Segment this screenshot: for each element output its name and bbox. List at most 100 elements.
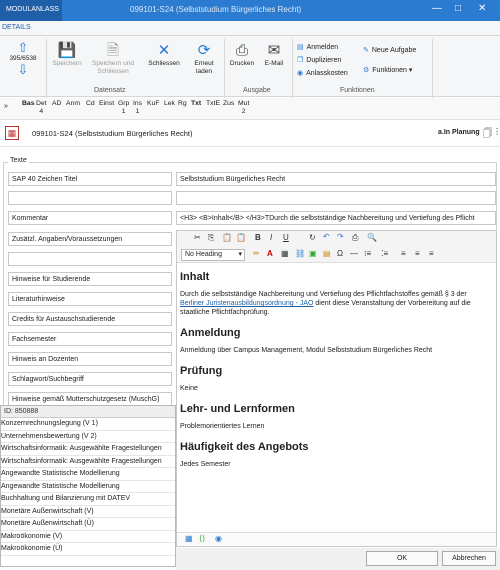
find-icon[interactable]: 🔍 — [367, 233, 377, 242]
duplicate-button[interactable]: ❐ Duplizieren — [297, 56, 341, 65]
field-tab[interactable]: Mut 2 — [238, 100, 249, 116]
new-task-button[interactable]: ✎ Neue Aufgabe — [363, 46, 416, 55]
arrow-up-icon[interactable]: ⇧ — [4, 41, 42, 54]
list-item[interactable]: Makroökonomie (Ü) — [1, 543, 175, 556]
module-tab[interactable]: MODULANLASS — [0, 0, 62, 21]
paragraph-inhalt: Durch die selbstständige Nachbereitung u… — [180, 291, 471, 316]
field-tab[interactable]: AD — [52, 100, 61, 108]
list-item[interactable]: Angewandte Statistische Modellierung — [1, 481, 175, 493]
record-navigator: ⇧ 395/6538 ⇩ — [4, 41, 42, 76]
list-item[interactable]: Wirtschaftsinformatik: Ausgewählte Frage… — [1, 456, 175, 468]
heading-lehrformen: Lehr- und Lernformen — [180, 403, 295, 415]
functions-menu[interactable]: ⚙ Funktionen ▾ — [363, 66, 412, 75]
list-item[interactable]: Monetäre Außenwirtschaft (V) — [1, 506, 175, 518]
list-item[interactable]: Buchhaltung und Bilanzierung mit DATEV — [1, 493, 175, 506]
cut-icon[interactable]: ✂ — [194, 233, 201, 242]
hr-icon[interactable]: — — [350, 249, 358, 258]
list-item[interactable]: Wirtschaftsinformatik: Ausgewählte Frage… — [1, 443, 175, 456]
heading-select[interactable]: No Heading ▾ — [181, 249, 245, 261]
html-view-icon[interactable]: ⟨⟩ — [199, 534, 205, 543]
group-label-ausgabe: Ausgabe — [243, 87, 271, 94]
paste-icon[interactable]: 📋 — [222, 233, 232, 242]
record-title: 099101-S24 (Selbststudium Bürgerliches R… — [32, 129, 193, 138]
list-item[interactable]: Angewandte Statistische Modellierung — [1, 468, 175, 481]
more-icon[interactable]: ⋮ — [493, 127, 500, 136]
align-left-icon[interactable]: ≡ — [401, 249, 406, 258]
list-item[interactable]: Konzernrechnungslegung (V 1) — [1, 418, 175, 431]
expand-icon[interactable]: » — [4, 103, 8, 111]
tab-details[interactable]: DETAILS — [2, 24, 31, 31]
field-tab[interactable]: TxtE — [206, 100, 220, 108]
save-button[interactable]: 💾 Speichern — [48, 42, 86, 68]
copy-icon[interactable]: ⎘ — [208, 233, 214, 243]
list-item[interactable]: Unternehmensbewertung (V 2) — [1, 431, 175, 443]
ok-button[interactable]: OK — [366, 551, 438, 566]
image-icon[interactable]: ▣ — [309, 249, 317, 258]
empty-label-2 — [8, 252, 172, 266]
close-window-button[interactable]: ✕ — [478, 3, 486, 14]
empty-input[interactable] — [176, 191, 496, 205]
redo-icon[interactable]: ↻ — [309, 233, 316, 242]
field-tab[interactable]: Bas — [22, 100, 34, 108]
printer-icon: ⎙ — [235, 42, 248, 59]
comment-input[interactable]: <H3> <B>Inhalt</B> </H3>TDurch die selbs… — [176, 211, 496, 225]
refresh-icon: ⟳ — [197, 42, 211, 59]
costs-button[interactable]: ◉ Anlasskosten — [297, 69, 348, 78]
link-icon[interactable]: ⛓ — [295, 249, 305, 258]
field-tab[interactable]: Zus — [223, 100, 234, 108]
email-button[interactable]: ✉ E-Mail — [260, 42, 288, 68]
register-button[interactable]: ▤ Anmelden — [297, 43, 338, 52]
field-tab[interactable]: Txt — [191, 100, 201, 108]
table-icon[interactable]: ▦ — [281, 249, 289, 258]
bullet-list-icon[interactable]: ⁚≡ — [381, 249, 388, 258]
field-tab[interactable]: Anm — [66, 100, 80, 108]
course-dropdown-list[interactable]: ID: 850888 Konzernrechnungslegung (V 1) … — [0, 405, 176, 567]
list-item[interactable]: Monetäre Außenwirtschaft (Ü) — [1, 518, 175, 531]
heading-pruefung: Prüfung — [180, 365, 223, 377]
align-center-icon[interactable]: ≡ — [415, 249, 420, 258]
id-display: ID: 850888 — [1, 406, 175, 418]
jao-link[interactable]: Berliner Juristenausbildungsordnung - JA… — [180, 300, 313, 307]
heading-anmeldung: Anmeldung — [180, 327, 241, 339]
numbered-list-icon[interactable]: ⁝≡ — [364, 249, 371, 258]
document-icon[interactable]: 🗍 — [483, 126, 492, 142]
underline-icon[interactable]: U — [283, 233, 289, 242]
reload-button[interactable]: ⟳ Erneut laden — [186, 42, 222, 76]
calendar-icon: ▦ — [5, 126, 19, 140]
record-header: ▦ 099101-S24 (Selbststudium Bürgerliches… — [0, 121, 500, 147]
field-tab[interactable]: Ins 1 — [133, 100, 142, 116]
arrow-down-icon[interactable]: ⇩ — [4, 63, 42, 76]
align-right-icon[interactable]: ≡ — [429, 249, 434, 258]
preview-icon[interactable]: ◉ — [215, 534, 222, 543]
field-tab[interactable]: Einst — [99, 100, 114, 108]
rich-text-editor[interactable]: ✂ ⎘ 📋 📋 B I U ↻ ↶ ↷ ⎙ 🔍 No Heading ▾ ✏ A … — [176, 230, 497, 547]
redo-arrow-icon[interactable]: ↷ — [337, 232, 344, 241]
save-and-close-button[interactable]: 🗎 Speichern und Schliessen — [88, 42, 138, 76]
italic-icon[interactable]: I — [270, 233, 272, 242]
sap-title-input[interactable]: Selbststudium Bürgerliches Recht — [176, 172, 496, 186]
special-char-icon[interactable]: Ω — [337, 249, 343, 258]
design-view-icon[interactable]: ▦ — [185, 534, 193, 543]
grid-icon[interactable]: ▤ — [323, 249, 331, 258]
paste-special-icon[interactable]: 📋 — [236, 233, 246, 242]
field-tab[interactable]: Cd — [86, 100, 95, 108]
print-icon[interactable]: ⎙ — [352, 233, 358, 243]
editor-content[interactable]: Inhalt Durch die selbstständige Nachbere… — [180, 267, 490, 479]
cancel-button[interactable]: Abbrechen — [442, 551, 496, 566]
undo-arrow-icon[interactable]: ↶ — [323, 232, 330, 241]
field-tab[interactable]: Det 4 — [36, 100, 47, 116]
coins-icon: ◉ — [297, 70, 304, 77]
minimize-button[interactable]: — — [432, 3, 442, 14]
field-tab[interactable]: Rg — [178, 100, 187, 108]
bold-icon[interactable]: B — [255, 233, 261, 242]
highlight-icon[interactable]: ✏ — [253, 249, 260, 258]
wrench-icon: ⚙ — [363, 67, 370, 74]
font-color-icon[interactable]: A — [267, 249, 273, 258]
field-tab[interactable]: Lek — [164, 100, 175, 108]
field-tab[interactable]: KuF — [147, 100, 159, 108]
field-tab[interactable]: Grp 1 — [118, 100, 129, 116]
print-button[interactable]: ⎙ Drucken — [226, 42, 258, 68]
close-button[interactable]: ✕ Schliessen — [143, 42, 185, 68]
list-item[interactable]: Makroökonomie (V) — [1, 531, 175, 543]
maximize-button[interactable]: □ — [455, 3, 461, 14]
